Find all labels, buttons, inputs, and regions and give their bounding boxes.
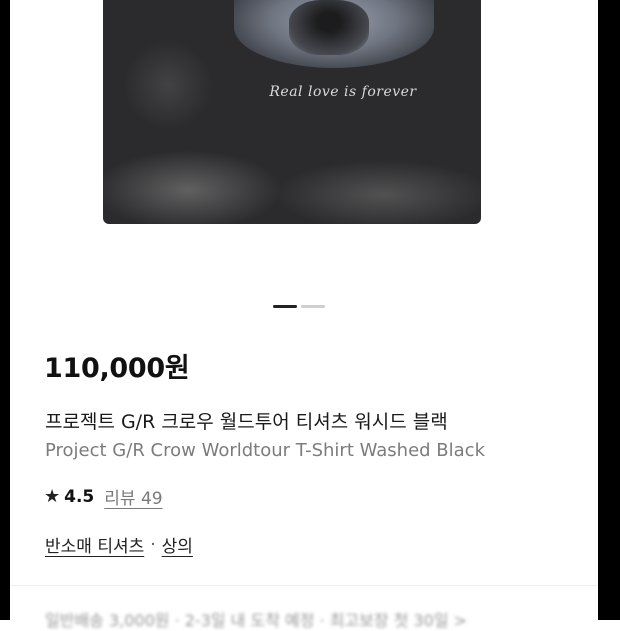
category-link-tops[interactable]: 상의: [162, 532, 193, 557]
carousel-dot[interactable]: [301, 305, 325, 308]
product-image-tshirt: Real love is forever: [103, 0, 481, 224]
section-divider: [10, 585, 598, 586]
rating-score: 4.5: [64, 486, 95, 507]
review-count-link[interactable]: 리뷰 49: [104, 484, 162, 509]
category-separator: ·: [150, 534, 156, 555]
rating-row: ★ 4.5 리뷰 49: [44, 484, 163, 509]
product-image-gallery[interactable]: Real love is forever: [10, 0, 598, 290]
shirt-graphic-print: [234, 0, 434, 68]
product-name-english: Project G/R Crow Worldtour T-Shirt Washe…: [45, 440, 485, 461]
shirt-script-text: Real love is forever: [269, 84, 417, 100]
category-link-short-sleeve-tee[interactable]: 반소매 티셔츠: [45, 532, 144, 557]
right-frame-edge: [598, 0, 620, 620]
shipping-info[interactable]: 일반배송 3,000원 · 2-3일 내 도착 예정 · 최고보장 첫 30일 …: [45, 607, 467, 631]
left-frame-edge: [0, 0, 10, 620]
star-icon: ★: [44, 486, 61, 507]
category-breadcrumb: 반소매 티셔츠 · 상의: [45, 532, 193, 558]
product-name-korean: 프로젝트 G/R 크로우 월드투어 티셔츠 워시드 블랙: [45, 411, 448, 433]
product-price: 110,000원: [44, 353, 190, 384]
carousel-dot-active[interactable]: [273, 305, 297, 308]
carousel-indicator: [273, 305, 325, 308]
